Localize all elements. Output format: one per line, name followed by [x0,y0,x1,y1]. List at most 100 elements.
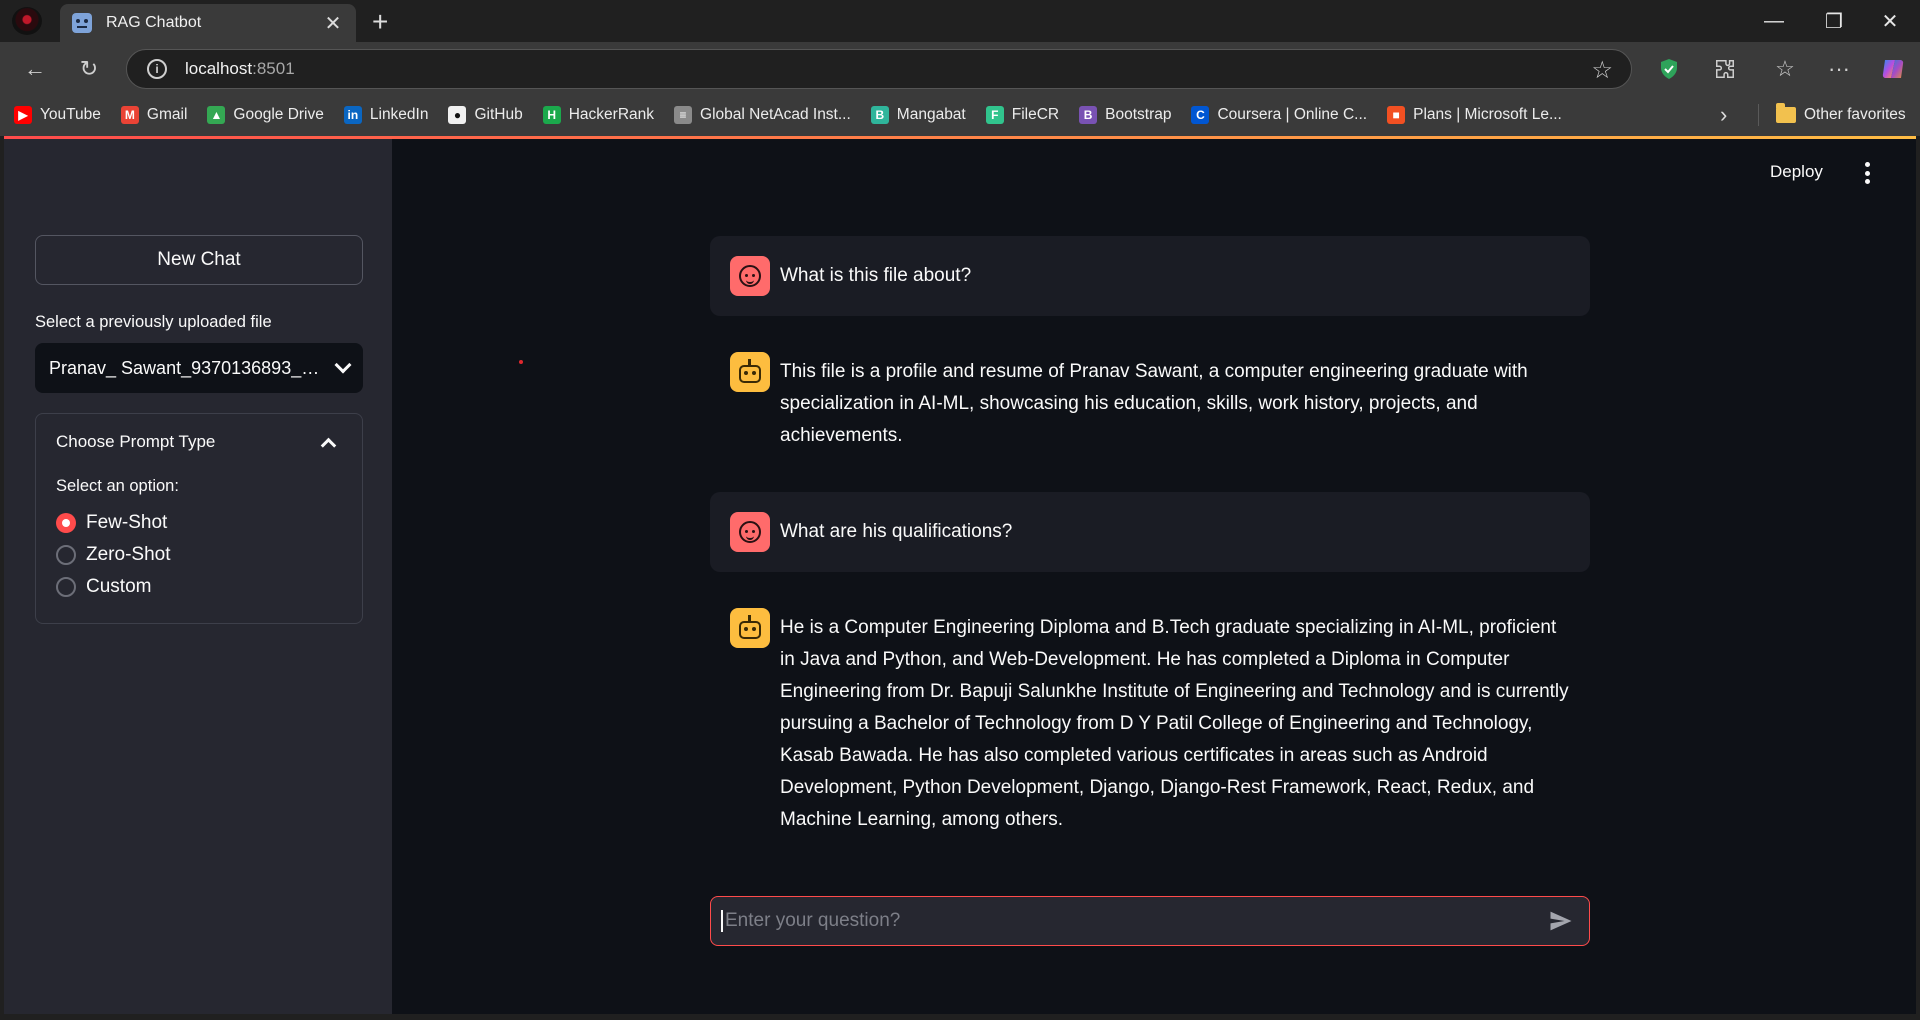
bookmark-favicon-icon: ▶ [14,106,32,124]
radio-label: Few-Shot [86,512,168,533]
bookmark-favicon-icon: M [120,106,139,124]
minimize-icon[interactable]: — [1754,6,1794,36]
robot-icon [739,359,761,383]
bookmark-global-netacad-inst[interactable]: ≡ Global NetAcad Inst... [674,106,851,124]
chat-message-user: What are his qualifications? [710,492,1590,572]
new-tab-icon[interactable]: + [372,6,388,38]
radio-few-shot[interactable]: Few-Shot [56,512,167,534]
chevron-up-icon[interactable] [320,437,337,454]
radio-custom[interactable]: Custom [56,576,151,598]
user-avatar [730,512,770,552]
folder-icon [1776,103,1796,123]
bookmark-bootstrap[interactable]: B Bootstrap [1079,106,1171,124]
bookmark-youtube[interactable]: ▶ YouTube [14,106,101,124]
bookmark-label: GitHub [474,106,523,123]
deploy-button[interactable]: Deploy [1770,162,1823,182]
bookmark-label: Gmail [146,106,188,123]
bookmark-coursera-online-c[interactable]: C Coursera | Online C... [1191,106,1367,124]
bookmarks-bar: ▶ YouTube M Gmail ▲ Google Drive in LinkedIn ● Gi… [0,94,1920,136]
chat-message-assistant: He is a Computer Engineering Diploma and… [710,588,1590,856]
user-avatar [730,256,770,296]
radio-unselected-icon[interactable] [56,577,76,597]
bookmark-favicon-icon: C [1191,106,1210,124]
bookmark-label: Bootstrap [1105,106,1172,123]
bookmark-label: YouTube [40,106,101,123]
bookmark-linkedin[interactable]: in LinkedIn [343,106,428,124]
bookmark-favicon-icon: ■ [1387,106,1406,124]
new-chat-button[interactable]: New Chat [35,235,363,285]
prompt-type-expander: Choose Prompt Type Select an option: Few… [35,413,363,624]
bookmark-hackerrank[interactable]: H HackerRank [542,106,655,124]
bookmark-label: FileCR [1011,106,1060,123]
message-text: This file is a profile and resume of Pra… [780,361,1528,446]
file-select[interactable]: Pranav_ Sawant_9370136893_resume [35,343,363,393]
divider [1758,104,1759,126]
bookmark-label: Coursera | Online C... [1217,106,1368,123]
bookmark-label: HackerRank [568,106,655,123]
main-menu-icon[interactable] [1864,162,1870,184]
chevron-down-icon [334,356,352,374]
bookmark-label: Mangabat [896,106,966,123]
back-icon[interactable]: ← [20,54,50,84]
bookmark-gmail[interactable]: M Gmail [120,106,188,124]
other-favorites-label: Other favorites [1804,106,1906,123]
chat-message-assistant: This file is a profile and resume of Pra… [710,332,1590,472]
shield-icon[interactable] [1654,54,1684,84]
bookmark-favicon-icon: ≡ [674,106,693,124]
radio-zero-shot[interactable]: Zero-Shot [56,544,170,566]
site-info-icon[interactable]: i [147,59,167,79]
browser-toolbar: ← ↻ i localhost:8501 ☆ ☆ ··· [0,42,1920,94]
reload-icon[interactable]: ↻ [74,54,104,84]
sidebar: New Chat Select a previously uploaded fi… [4,139,392,1014]
option-label: Select an option: [56,477,179,495]
bookmark-favicon-icon: F [985,106,1004,124]
cursor-dot [519,360,523,364]
favorite-star-icon[interactable]: ☆ [1591,56,1613,85]
message-text: What is this file about? [780,265,972,286]
radio-label: Custom [86,576,152,597]
file-select-label: Select a previously uploaded file [35,313,272,331]
browser-titlebar: RAG Chatbot ✕ + — ❐ ✕ [0,0,1920,42]
address-bar[interactable]: i localhost:8501 ☆ [126,49,1632,89]
tab-title: RAG Chatbot [106,14,202,31]
extensions-icon[interactable] [1710,54,1740,84]
close-tab-icon[interactable]: ✕ [322,11,344,36]
browser-tab[interactable]: RAG Chatbot ✕ [60,4,356,42]
bookmarks-overflow-icon[interactable]: › [1720,102,1727,128]
bookmark-label: Global NetAcad Inst... [700,106,851,123]
message-text: What are his qualifications? [780,521,1013,542]
robot-favicon-icon [72,13,92,33]
expander-title[interactable]: Choose Prompt Type [56,432,215,452]
radio-unselected-icon[interactable] [56,545,76,565]
bookmark-label: Google Drive [233,106,324,123]
send-icon[interactable] [1547,907,1575,935]
radio-selected-icon[interactable] [56,513,76,533]
other-favorites-folder[interactable]: Other favorites [1776,94,1906,136]
more-options-icon[interactable]: ··· [1824,54,1854,84]
bookmark-favicon-icon: B [870,106,889,124]
url-host: localhost [185,59,253,78]
bookmark-favicon-icon: in [343,106,362,124]
bookmark-filecr[interactable]: F FileCR [985,106,1060,124]
bookmark-favicon-icon: B [1079,106,1098,124]
file-select-value: Pranav_ Sawant_9370136893_resume [49,357,323,378]
smile-face-icon [739,521,761,543]
url-port: :8501 [252,59,295,78]
favorites-icon[interactable]: ☆ [1770,54,1800,84]
bookmark-label: Plans | Microsoft Le... [1413,106,1562,123]
question-input[interactable] [725,910,1547,932]
smile-face-icon [739,265,761,287]
bookmark-plans-microsoft-le[interactable]: ■ Plans | Microsoft Le... [1387,106,1562,124]
window-close-icon[interactable]: ✕ [1870,6,1910,36]
chat-input[interactable] [710,896,1590,946]
bookmark-github[interactable]: ● GitHub [448,106,523,124]
assistant-avatar [730,352,770,392]
bookmark-favicon-icon: H [542,106,561,124]
profile-icon[interactable] [12,7,42,35]
copilot-icon[interactable] [1878,54,1908,84]
bookmark-favicon-icon: ● [448,106,467,124]
bookmark-google-drive[interactable]: ▲ Google Drive [207,106,324,124]
restore-icon[interactable]: ❐ [1814,6,1854,36]
bookmark-mangabat[interactable]: B Mangabat [870,106,966,124]
streamlit-app: New Chat Select a previously uploaded fi… [4,136,1916,1014]
